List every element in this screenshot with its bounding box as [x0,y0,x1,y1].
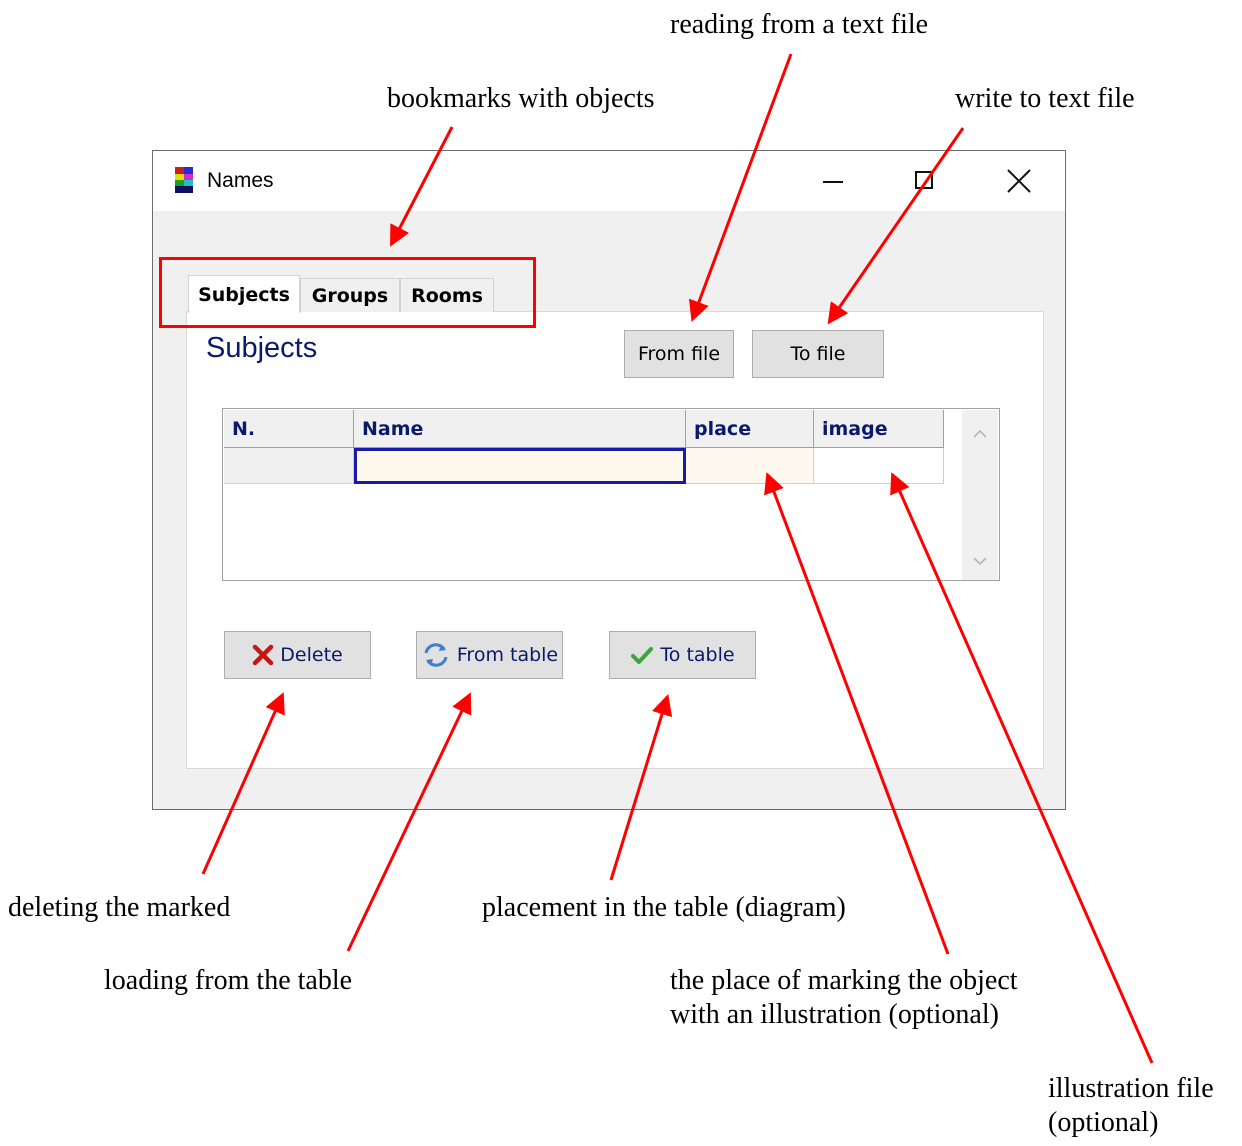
to-table-label: To table [660,644,735,666]
tab-groups[interactable]: Groups [300,278,400,312]
app-icon [175,167,193,193]
tab-subjects[interactable]: Subjects [188,275,300,313]
from-file-button[interactable]: From file [624,330,734,378]
annotation-reading-from-file: reading from a text file [670,9,929,40]
annotation-write-to-file: write to text file [955,83,1135,114]
delete-x-icon [253,644,274,666]
title-bar[interactable]: Names [153,151,1065,211]
column-header-number[interactable]: N. [224,410,354,448]
annotation-place-marking: the place of marking the object with an … [670,965,1018,1030]
from-table-button[interactable]: From table [416,631,563,679]
tab-rooms[interactable]: Rooms [400,278,494,312]
delete-button[interactable]: Delete [224,631,371,679]
from-file-label: From file [637,343,721,365]
scroll-up-icon [973,429,987,438]
from-table-label: From table [456,644,559,666]
checkmark-icon [631,647,654,664]
annotation-illustration-file: illustration file (optional) [1048,1073,1214,1138]
section-title: Subjects [206,332,318,364]
to-table-button[interactable]: To table [609,631,756,679]
to-file-button[interactable]: To file [752,330,884,378]
annotation-deleting: deleting the marked [8,892,231,923]
refresh-icon [424,643,448,667]
column-header-place[interactable]: place [686,410,814,448]
place-cell[interactable] [686,448,814,484]
annotation-loading: loading from the table [104,965,353,996]
row-indicator-cell[interactable] [224,448,354,484]
image-cell[interactable] [814,448,944,484]
maximize-icon[interactable] [905,161,945,201]
close-icon[interactable] [999,161,1039,201]
to-file-label: To file [790,343,846,365]
minimize-icon[interactable] [813,161,853,201]
column-header-name[interactable]: Name [354,410,686,448]
scroll-down-icon [973,557,987,566]
window-title: Names [207,169,274,192]
name-cell[interactable] [354,448,686,484]
vertical-scrollbar[interactable] [962,410,998,580]
delete-label: Delete [280,644,343,666]
annotation-bookmarks: bookmarks with objects [387,83,655,114]
column-header-image[interactable]: image [814,410,944,448]
annotation-placement: placement in the table (diagram) [482,892,846,923]
